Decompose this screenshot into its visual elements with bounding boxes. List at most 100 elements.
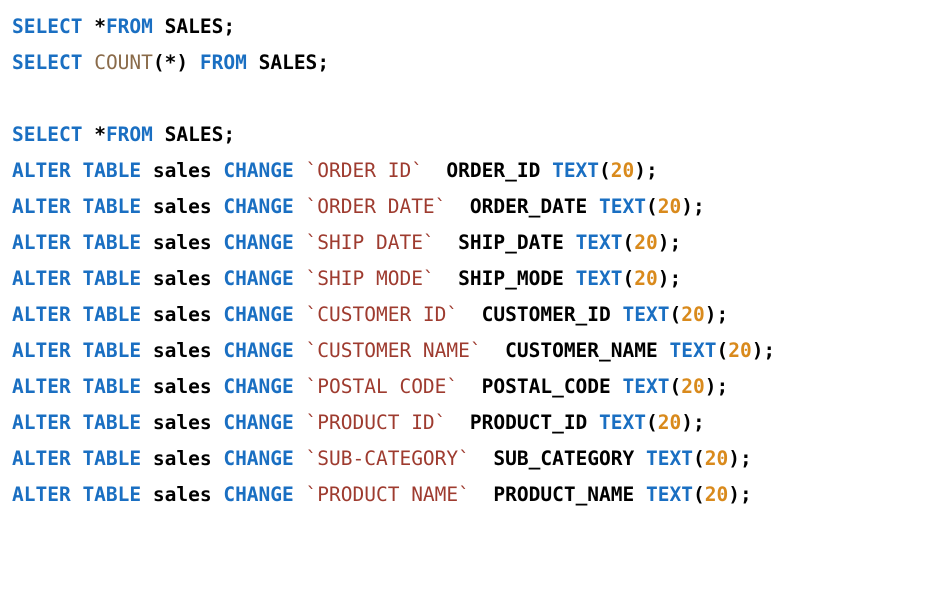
- sql-identifier: *: [82, 15, 106, 38]
- sql-keyword: ALTER TABLE: [12, 267, 142, 290]
- sql-keyword: TEXT: [646, 447, 693, 470]
- sql-identifier: SUB_CATEGORY: [469, 447, 647, 470]
- sql-keyword: SELECT: [12, 15, 83, 38]
- sql-keyword: CHANGE: [223, 159, 294, 182]
- sql-keyword: TEXT: [646, 483, 693, 506]
- code-line[interactable]: ALTER TABLE sales CHANGE `ORDER ID` ORDE…: [12, 153, 932, 189]
- sql-keyword: CHANGE: [223, 231, 294, 254]
- code-line[interactable]: ALTER TABLE sales CHANGE `PRODUCT NAME` …: [12, 477, 932, 513]
- sql-keyword: ALTER TABLE: [12, 231, 142, 254]
- sql-identifier: [294, 447, 306, 470]
- sql-identifier: [294, 267, 306, 290]
- sql-identifier: sales: [141, 267, 224, 290]
- sql-punctuation: );: [634, 159, 658, 182]
- sql-keyword: ALTER TABLE: [12, 339, 142, 362]
- sql-punctuation: (: [599, 159, 611, 182]
- sql-quoted-identifier: `CUSTOMER ID`: [305, 303, 459, 326]
- sql-quoted-identifier: `SHIP DATE`: [305, 231, 435, 254]
- sql-identifier: sales: [141, 447, 224, 470]
- sql-keyword: ALTER TABLE: [12, 159, 142, 182]
- sql-keyword: FROM: [105, 123, 153, 146]
- code-line[interactable]: ALTER TABLE sales CHANGE `SHIP MODE` SHI…: [12, 261, 932, 297]
- code-line[interactable]: SELECT *FROM SALES;: [12, 117, 932, 153]
- sql-number: 20: [704, 447, 729, 470]
- code-line[interactable]: ALTER TABLE sales CHANGE `POSTAL CODE` P…: [12, 369, 932, 405]
- code-line[interactable]: ALTER TABLE sales CHANGE `CUSTOMER ID` C…: [12, 297, 932, 333]
- sql-number: 20: [704, 483, 729, 506]
- sql-identifier: PRODUCT_ID: [446, 411, 600, 434]
- sql-identifier: [294, 339, 306, 362]
- code-line[interactable]: ALTER TABLE sales CHANGE `SUB-CATEGORY` …: [12, 441, 932, 477]
- sql-punctuation: ;: [223, 123, 236, 146]
- sql-punctuation: );: [657, 267, 682, 290]
- sql-keyword: TEXT: [552, 159, 600, 182]
- sql-punctuation: (: [646, 411, 658, 434]
- sql-identifier: SALES: [246, 51, 318, 74]
- code-line[interactable]: SELECT COUNT(*) FROM SALES;: [12, 45, 932, 81]
- sql-identifier: sales: [141, 159, 224, 182]
- sql-quoted-identifier: `ORDER DATE`: [305, 195, 447, 218]
- sql-code-editor[interactable]: SELECT *FROM SALES; SELECT COUNT(*) FROM …: [12, 9, 932, 513]
- sql-number: 20: [634, 231, 658, 254]
- sql-keyword: FROM: [199, 51, 247, 74]
- sql-punctuation: (: [692, 447, 705, 470]
- sql-punctuation: );: [728, 447, 752, 470]
- code-line[interactable]: SELECT *FROM SALES;: [12, 9, 932, 45]
- sql-punctuation: );: [751, 339, 776, 362]
- sql-keyword: ALTER TABLE: [12, 375, 142, 398]
- sql-punctuation: (: [692, 483, 705, 506]
- sql-identifier: *: [82, 123, 106, 146]
- sql-identifier: ORDER_ID: [422, 159, 553, 182]
- sql-identifier: [294, 303, 306, 326]
- code-line[interactable]: ALTER TABLE sales CHANGE `CUSTOMER NAME`…: [12, 333, 932, 369]
- sql-punctuation: );: [704, 303, 729, 326]
- sql-keyword: TEXT: [575, 231, 623, 254]
- sql-number: 20: [681, 375, 705, 398]
- sql-identifier: [294, 375, 306, 398]
- sql-punctuation: );: [681, 411, 705, 434]
- sql-keyword: CHANGE: [223, 375, 294, 398]
- sql-quoted-identifier: `CUSTOMER NAME`: [305, 339, 482, 362]
- sql-keyword: CHANGE: [223, 411, 294, 434]
- sql-keyword: ALTER TABLE: [12, 411, 142, 434]
- sql-identifier: sales: [141, 303, 224, 326]
- sql-quoted-identifier: `SHIP MODE`: [305, 267, 435, 290]
- sql-number: 20: [634, 267, 658, 290]
- sql-quoted-identifier: `ORDER ID`: [305, 159, 423, 182]
- sql-punctuation: (*): [152, 51, 189, 74]
- sql-number: 20: [657, 195, 682, 218]
- sql-identifier: [294, 231, 306, 254]
- sql-keyword: SELECT: [12, 123, 83, 146]
- sql-punctuation: );: [657, 231, 682, 254]
- code-line[interactable]: ALTER TABLE sales CHANGE `SHIP DATE` SHI…: [12, 225, 932, 261]
- sql-keyword: CHANGE: [223, 339, 294, 362]
- sql-keyword: TEXT: [599, 411, 647, 434]
- sql-identifier: CUSTOMER_NAME: [481, 339, 670, 362]
- sql-identifier: PRODUCT_NAME: [469, 483, 647, 506]
- sql-keyword: CHANGE: [223, 447, 294, 470]
- sql-punctuation: (: [669, 375, 682, 398]
- sql-function: COUNT: [94, 51, 153, 74]
- sql-punctuation: );: [704, 375, 729, 398]
- sql-quoted-identifier: `PRODUCT ID`: [305, 411, 447, 434]
- sql-keyword: ALTER TABLE: [12, 447, 142, 470]
- sql-keyword: TEXT: [622, 303, 670, 326]
- sql-identifier: SALES: [152, 15, 224, 38]
- sql-punctuation: );: [681, 195, 705, 218]
- sql-identifier: [188, 51, 200, 74]
- code-line[interactable]: [12, 81, 932, 117]
- sql-identifier: sales: [141, 231, 224, 254]
- code-line[interactable]: ALTER TABLE sales CHANGE `ORDER DATE` OR…: [12, 189, 932, 225]
- code-line[interactable]: ALTER TABLE sales CHANGE `PRODUCT ID` PR…: [12, 405, 932, 441]
- sql-number: 20: [657, 411, 682, 434]
- sql-punctuation: (: [669, 303, 682, 326]
- sql-identifier: CUSTOMER_ID: [458, 303, 623, 326]
- sql-keyword: CHANGE: [223, 303, 294, 326]
- sql-identifier: POSTAL_CODE: [458, 375, 623, 398]
- sql-number: 20: [610, 159, 635, 182]
- sql-identifier: sales: [141, 195, 224, 218]
- sql-number: 20: [728, 339, 752, 362]
- sql-identifier: sales: [141, 483, 224, 506]
- sql-identifier: SHIP_DATE: [434, 231, 576, 254]
- sql-punctuation: ;: [317, 51, 330, 74]
